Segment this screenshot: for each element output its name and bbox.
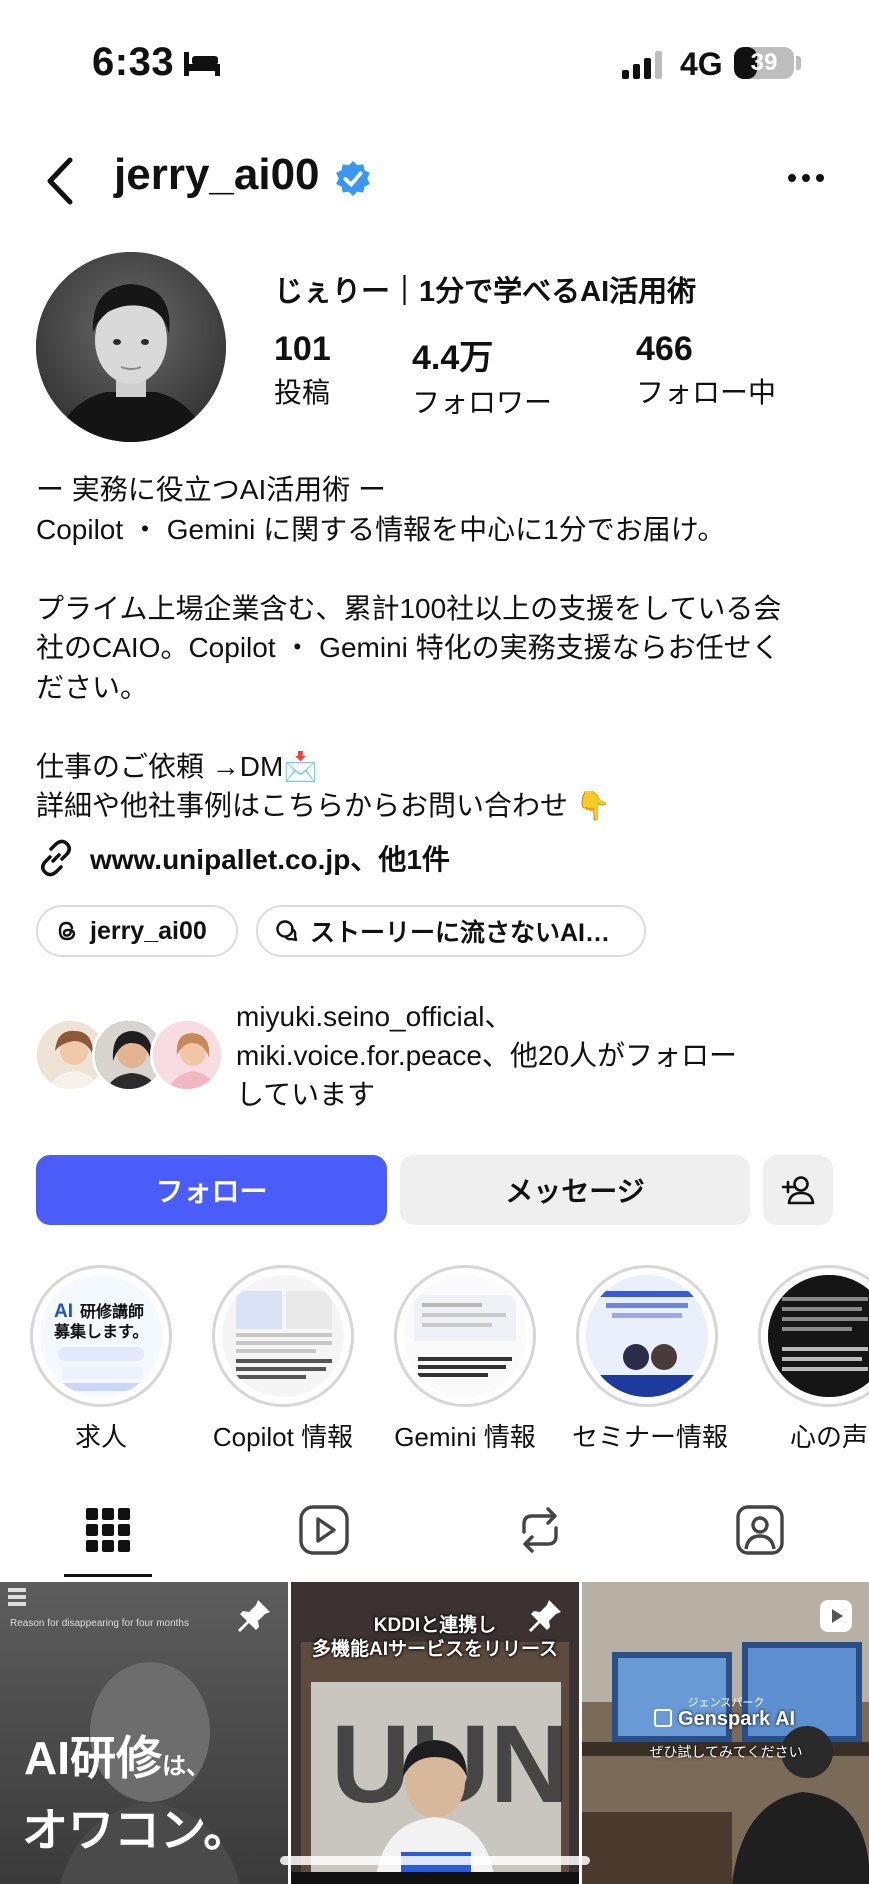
highlight-job[interactable]: AI 研修講師 募集します。 求人 — [26, 1265, 176, 1454]
threads-icon — [58, 921, 76, 941]
highlight-label: Gemini 情報 — [394, 1422, 536, 1452]
add-user-icon — [781, 1176, 815, 1205]
avatar — [150, 1018, 224, 1092]
active-tab-indicator — [64, 1574, 152, 1577]
post-headline-2: 多機能AIサービスをリリース — [311, 1639, 559, 1660]
follow-button[interactable]: フォロー — [36, 1155, 387, 1225]
post-headline-2: オワコン。 — [22, 1804, 250, 1856]
signal-icon — [622, 51, 662, 79]
post-headline-suffix: は、 — [162, 1753, 210, 1780]
reel-icon — [820, 1600, 852, 1632]
channel-chip-label: ストーリーに流さないAI… — [310, 919, 611, 947]
svg-text:AI: AI — [54, 1301, 73, 1322]
link-icon — [41, 839, 71, 877]
stat-posts[interactable]: 101 投稿 — [274, 330, 331, 411]
stat-following[interactable]: 466 フォロー中 — [636, 330, 776, 411]
mutual-followers-avatars[interactable] — [34, 1018, 224, 1094]
battery-icon: 39 — [734, 47, 794, 79]
post-brand: Genspark AI — [654, 1708, 795, 1731]
stat-followers-value: 4.4万 — [412, 339, 494, 377]
profile-link[interactable]: www.unipallet.co.jp、他1件 — [36, 836, 450, 880]
battery-level: 39 — [750, 49, 778, 76]
highlight-label: 心の声 — [789, 1422, 868, 1452]
display-name: じぇりー｜1分で学べるAI活用術 — [274, 276, 697, 308]
channel-icon — [276, 920, 298, 942]
reposts-icon[interactable] — [510, 1500, 570, 1560]
highlight-seminar[interactable]: セミナー情報 — [572, 1265, 729, 1454]
highlight-copilot[interactable]: Copilot 情報 — [208, 1265, 358, 1454]
status-bar: 6:33 4G 39 — [0, 0, 869, 130]
highlight-heart-voice[interactable]: 心の声 — [754, 1265, 869, 1454]
stat-followers[interactable]: 4.4万 フォロワー — [412, 330, 552, 421]
profile-link-text: www.unipallet.co.jp、他1件 — [90, 844, 450, 875]
threads-chip[interactable]: jerry_ai00 — [36, 905, 238, 957]
highlight-label: Copilot 情報 — [212, 1422, 354, 1452]
profile-bio: ー 実務に役立つAI活用術 ー Copilot ・ Gemini に関する情報を… — [36, 474, 782, 821]
pin-icon — [529, 1600, 561, 1632]
profile-avatar[interactable] — [36, 252, 226, 442]
channel-chip[interactable]: ストーリーに流さないAI… — [256, 905, 646, 957]
stat-posts-label: 投稿 — [274, 377, 331, 408]
sleep-focus-icon — [184, 52, 220, 76]
stat-following-value: 466 — [636, 330, 693, 368]
profile-username: jerry_ai00 — [114, 150, 320, 199]
message-button[interactable]: メッセージ — [400, 1155, 750, 1225]
stat-following-label: フォロー中 — [636, 377, 777, 408]
post-thumbnail[interactable]: ジェンスパーク Genspark AI ぜひ試してみてください — [582, 1582, 869, 1884]
add-user-button[interactable] — [763, 1155, 833, 1225]
svg-text:研修講師: 研修講師 — [80, 1302, 144, 1321]
home-indicator — [280, 1856, 590, 1865]
highlight-gemini[interactable]: Gemini 情報 — [390, 1265, 540, 1454]
stat-followers-label: フォロワー — [412, 387, 553, 418]
more-horizontal-icon[interactable] — [786, 170, 826, 186]
post-headline: AI研修 — [24, 1732, 162, 1784]
post-thumbnail[interactable]: UUN KDDIと連携し 多機能AIサービスをリリース — [291, 1582, 579, 1884]
post-thumbnail[interactable]: Reason for disappearing for four months … — [0, 1582, 288, 1884]
mutual-followers-text[interactable]: miyuki.seino_official、 miki.voice.for.pe… — [236, 997, 836, 1114]
reels-icon[interactable] — [294, 1500, 354, 1560]
verified-badge-icon — [336, 160, 370, 197]
post-subtitle: ぜひ試してみてください — [649, 1744, 803, 1760]
highlight-label: 求人 — [74, 1422, 127, 1452]
highlight-label: セミナー情報 — [572, 1422, 729, 1452]
stat-posts-value: 101 — [274, 330, 331, 368]
threads-chip-label: jerry_ai00 — [90, 916, 207, 945]
tagged-icon[interactable] — [730, 1500, 790, 1560]
status-time: 6:33 — [92, 40, 175, 84]
grid-icon[interactable] — [78, 1500, 138, 1560]
pin-icon — [238, 1600, 270, 1632]
svg-text:募集します。: 募集します。 — [53, 1322, 148, 1341]
chevron-left-icon[interactable] — [40, 156, 80, 206]
post-caption-small: Reason for disappearing for four months — [10, 1618, 189, 1629]
post-brand-label: Genspark AI — [678, 1708, 796, 1730]
network-label: 4G — [680, 46, 723, 82]
